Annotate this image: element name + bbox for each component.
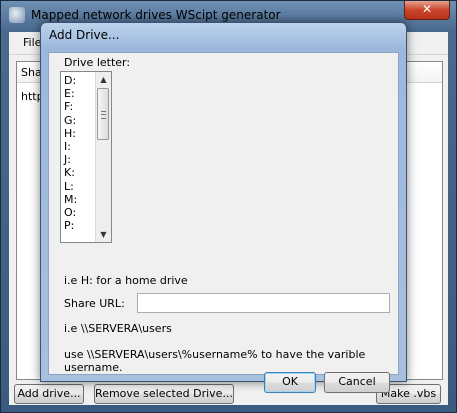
drive-letter-item[interactable]: H:	[64, 127, 76, 140]
add-drive-button[interactable]: Add drive...	[14, 384, 84, 404]
scroll-thumb[interactable]	[97, 88, 109, 140]
remove-drive-button[interactable]: Remove selected Drive...	[94, 384, 234, 404]
share-url-label: Share URL:	[64, 297, 125, 310]
drive-letter-item[interactable]: K:	[64, 166, 75, 179]
drive-letter-item[interactable]: J:	[64, 153, 71, 166]
share-url-input[interactable]	[137, 293, 390, 313]
menu-file[interactable]: File	[23, 36, 41, 49]
drive-letter-list[interactable]: D: E: F: G: H: I: J: K: L: M: O: P: ▲ ▼	[60, 71, 112, 243]
dialog-title: Add Drive...	[49, 28, 120, 42]
drive-letter-label: Drive letter:	[64, 56, 131, 69]
grip-icon	[101, 111, 106, 119]
url-example-hint: i.e \\SERVERA\users	[64, 322, 172, 335]
main-close-button[interactable]: ✕	[404, 1, 450, 20]
drive-letter-item[interactable]: O:	[64, 206, 76, 219]
add-drive-dialog: Add Drive... Drive letter: D: E: F: G: H: I: J…	[40, 22, 407, 393]
home-drive-hint: i.e H: for a home drive	[64, 274, 188, 287]
drive-list-scrollbar[interactable]: ▲ ▼	[95, 72, 111, 242]
cancel-button[interactable]: Cancel	[324, 372, 390, 393]
username-hint: use \\SERVERA\users\%username% to have t…	[64, 348, 366, 374]
scroll-down-icon[interactable]: ▼	[96, 227, 111, 242]
drive-letter-item[interactable]: P:	[64, 219, 74, 232]
app-icon	[9, 7, 25, 23]
drive-letter-item[interactable]: L:	[64, 180, 74, 193]
drive-letter-item[interactable]: F:	[64, 100, 73, 113]
drive-letter-item[interactable]: G:	[64, 114, 76, 127]
drive-letter-item[interactable]: E:	[64, 87, 75, 100]
main-window-title: Mapped network drives WScipt generator	[31, 8, 281, 22]
drive-letter-item[interactable]: M:	[64, 193, 77, 206]
drive-letter-item[interactable]: I:	[64, 140, 71, 153]
ok-button[interactable]: OK	[264, 372, 316, 393]
dialog-client: Drive letter: D: E: F: G: H: I: J: K: L: M: O: P: ▲…	[48, 52, 399, 393]
scroll-up-icon[interactable]: ▲	[96, 72, 111, 87]
drive-letter-item[interactable]: D:	[64, 74, 76, 87]
